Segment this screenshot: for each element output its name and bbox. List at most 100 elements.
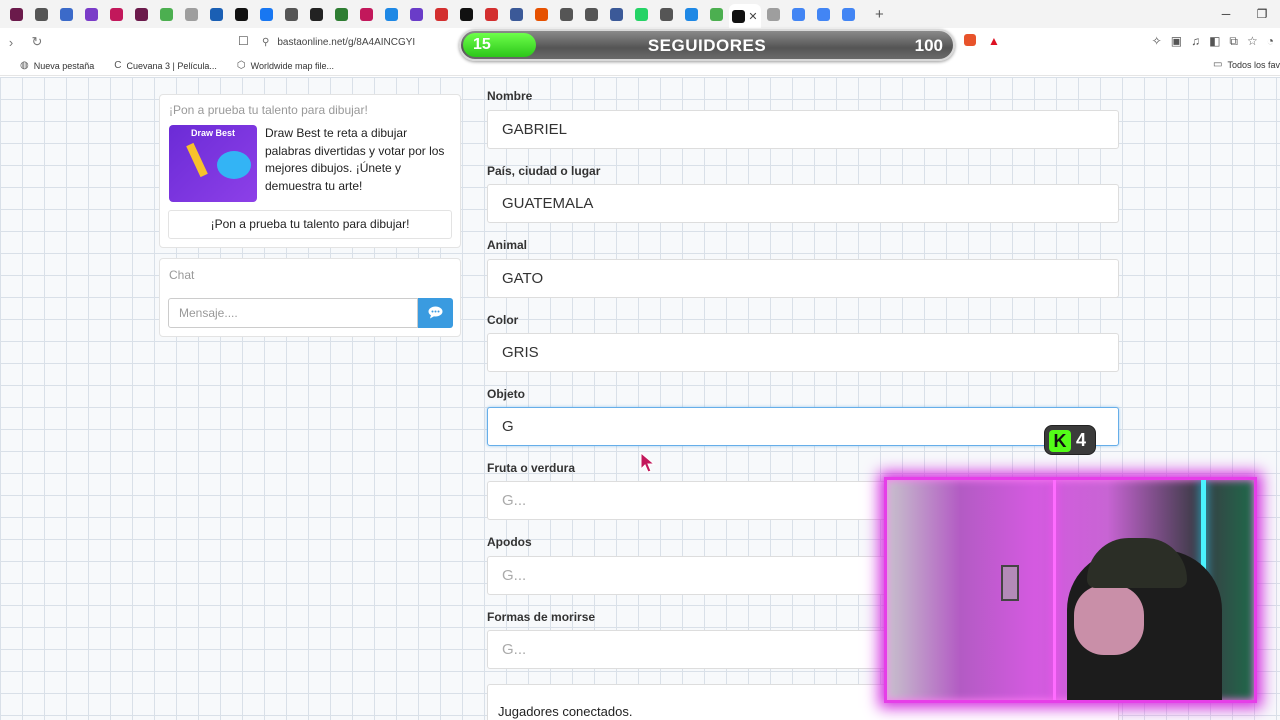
screen-icon[interactable]: ▣ bbox=[1171, 34, 1182, 49]
bookmark-icon[interactable]: ☐ bbox=[238, 34, 249, 48]
promo-description: Draw Best te reta a dibujar palabras div… bbox=[265, 126, 445, 193]
browser-tab[interactable] bbox=[379, 3, 404, 25]
browser-tab[interactable] bbox=[29, 3, 54, 25]
browser-tab[interactable] bbox=[354, 3, 379, 25]
new-tab-button[interactable]: + bbox=[875, 6, 884, 23]
webcam-overlay bbox=[884, 477, 1257, 703]
promo-card: ¡Pon a prueba tu talento para dibujar! D… bbox=[159, 94, 461, 248]
profile-icon[interactable]: ◔ bbox=[1267, 34, 1274, 49]
window-controls: ─ ❐ bbox=[1208, 0, 1280, 28]
browser-tab[interactable] bbox=[786, 3, 811, 25]
bookmark-item[interactable]: ◍ Nueva pestaña bbox=[20, 60, 94, 71]
webcam-wall-frame bbox=[1001, 565, 1019, 601]
tab-favicon-icon bbox=[767, 7, 780, 21]
chat-title: Chat bbox=[169, 268, 195, 282]
browser-tab[interactable] bbox=[654, 3, 679, 25]
draw-best-button[interactable]: ¡Pon a prueba tu talento para dibujar! bbox=[168, 210, 452, 239]
reload-icon[interactable]: ↻ bbox=[26, 34, 48, 50]
browser-tab[interactable] bbox=[179, 3, 204, 25]
tab-favicon-icon bbox=[435, 7, 448, 21]
browser-tab[interactable] bbox=[154, 3, 179, 25]
draw-best-image[interactable]: Draw Best bbox=[169, 125, 257, 202]
extension-icon[interactable]: ✧ bbox=[1152, 34, 1162, 49]
field-label-animal: Animal bbox=[487, 238, 528, 252]
bookmark-label: Cuevana 3 | Película... bbox=[126, 60, 217, 71]
rewards-icon[interactable]: ▲ bbox=[988, 34, 1000, 48]
browser-tab[interactable] bbox=[79, 3, 104, 25]
tab-favicon-icon bbox=[410, 7, 423, 21]
field-label-color: Color bbox=[487, 313, 519, 327]
browser-tab[interactable] bbox=[836, 3, 861, 25]
browser-tab[interactable] bbox=[454, 3, 479, 25]
tab-favicon-icon bbox=[160, 7, 173, 21]
chat-bubble-icon bbox=[428, 306, 443, 319]
followers-label: SEGUIDORES bbox=[647, 36, 767, 55]
field-label-fruta: Fruta o verdura bbox=[487, 461, 576, 475]
browser-tab[interactable] bbox=[761, 3, 786, 25]
browser-tab[interactable] bbox=[479, 3, 504, 25]
tab-favicon-icon bbox=[360, 7, 373, 21]
bookmark-item[interactable]: ⬡ Worldwide map file... bbox=[237, 60, 334, 71]
browser-tab[interactable] bbox=[204, 3, 229, 25]
browser-tab[interactable] bbox=[129, 3, 154, 25]
browser-tab[interactable] bbox=[254, 3, 279, 25]
minimize-button[interactable]: ─ bbox=[1208, 7, 1244, 21]
field-input-color[interactable] bbox=[487, 333, 1119, 372]
browser-tab[interactable] bbox=[811, 3, 836, 25]
tab-favicon-icon bbox=[585, 7, 598, 21]
browser-tab[interactable] bbox=[529, 3, 554, 25]
chat-card: Chat bbox=[159, 258, 461, 337]
brave-shield-icon[interactable] bbox=[964, 34, 976, 46]
address-bar[interactable]: ⚲ bastaonline.net/g/8A4AINCGYI bbox=[262, 32, 415, 52]
folder-icon: ▭ bbox=[1213, 59, 1223, 70]
maximize-button[interactable]: ❐ bbox=[1244, 7, 1280, 21]
browser-tab[interactable]: ✕ bbox=[729, 4, 761, 28]
all-favorites[interactable]: ▭ Todos los fav bbox=[1213, 59, 1280, 70]
browser-tab[interactable] bbox=[304, 3, 329, 25]
tab-favicon-icon bbox=[792, 7, 805, 21]
browser-tab[interactable] bbox=[679, 3, 704, 25]
sidebar-icon[interactable]: ◧ bbox=[1209, 34, 1220, 49]
browser-tab[interactable] bbox=[329, 3, 354, 25]
browser-tab[interactable] bbox=[104, 3, 129, 25]
browser-tab[interactable] bbox=[579, 3, 604, 25]
field-input-animal[interactable] bbox=[487, 259, 1119, 298]
browser-tab[interactable] bbox=[279, 3, 304, 25]
field-label-nombre: Nombre bbox=[487, 89, 533, 103]
tab-favicon-icon bbox=[510, 7, 523, 21]
browser-tab[interactable] bbox=[629, 3, 654, 25]
bookmark-item[interactable]: C Cuevana 3 | Película... bbox=[114, 60, 217, 71]
browser-tab[interactable] bbox=[704, 3, 729, 25]
browser-tab[interactable] bbox=[604, 3, 629, 25]
tab-favicon-icon bbox=[60, 7, 73, 21]
tab-favicon-icon bbox=[485, 7, 498, 21]
field-input-objeto[interactable] bbox=[487, 407, 1119, 446]
browser-tab[interactable] bbox=[429, 3, 454, 25]
site-info-icon[interactable]: ⚲ bbox=[262, 37, 269, 48]
field-input-nombre[interactable] bbox=[487, 110, 1119, 149]
chat-message-input[interactable] bbox=[168, 298, 418, 328]
tab-favicon-icon bbox=[35, 7, 48, 21]
field-label-formas-morirse: Formas de morirse bbox=[487, 610, 596, 624]
tab-close-icon[interactable]: ✕ bbox=[748, 10, 757, 23]
forward-icon[interactable]: › bbox=[0, 35, 22, 50]
pencil-icon bbox=[186, 142, 208, 178]
favorites-icon[interactable]: ☆ bbox=[1247, 34, 1258, 49]
field-label-objeto: Objeto bbox=[487, 387, 525, 401]
browser-tab[interactable] bbox=[504, 3, 529, 25]
browser-tab[interactable] bbox=[404, 3, 429, 25]
tab-favicon-icon bbox=[285, 7, 298, 21]
browser-tab[interactable] bbox=[4, 3, 29, 25]
browser-tab[interactable] bbox=[54, 3, 79, 25]
tab-favicon-icon bbox=[685, 7, 698, 21]
field-input-pais[interactable] bbox=[487, 184, 1119, 223]
media-icon[interactable]: ♫ bbox=[1191, 34, 1200, 49]
browser-tab[interactable] bbox=[229, 3, 254, 25]
tab-favicon-icon bbox=[385, 7, 398, 21]
toolbar-icons: ✧ ▣ ♫ ◧ ⧉ ☆ ◔ bbox=[1152, 34, 1274, 49]
kick-logo-icon: K bbox=[1049, 430, 1071, 452]
browser-tab[interactable] bbox=[554, 3, 579, 25]
tab-favicon-icon bbox=[635, 7, 648, 21]
collections-icon[interactable]: ⧉ bbox=[1229, 34, 1238, 49]
chat-send-button[interactable] bbox=[418, 298, 453, 328]
